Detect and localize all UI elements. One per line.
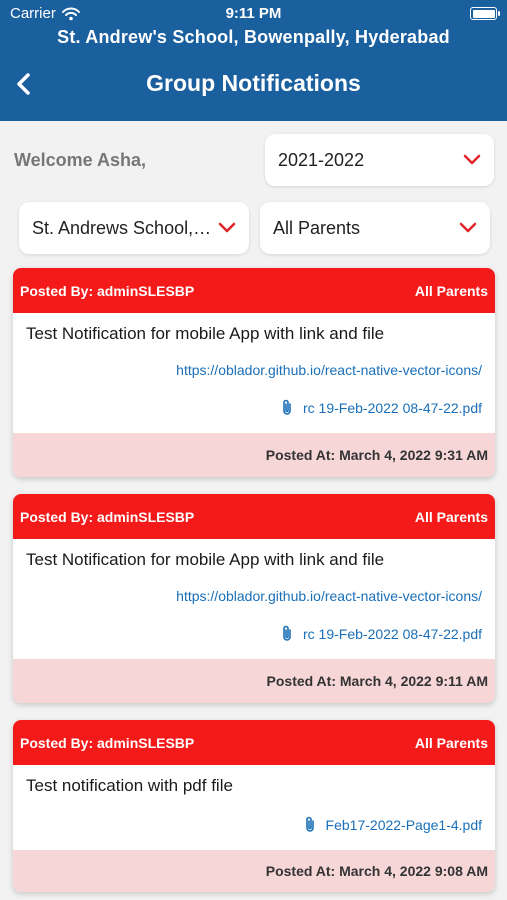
notification-card: Posted By: adminSLESBP All Parents Test … — [13, 720, 495, 892]
card-header: Posted By: adminSLESBP All Parents — [13, 268, 495, 313]
status-bar: Carrier 9:11 PM — [0, 0, 507, 28]
notification-link[interactable]: https://oblador.github.io/react-native-v… — [176, 362, 482, 378]
card-body: Test notification with pdf file Feb17-20… — [13, 765, 495, 850]
audience-label: All Parents — [414, 283, 488, 299]
card-footer: Posted At: March 4, 2022 9:31 AM — [13, 433, 495, 477]
posted-at: Posted At: March 4, 2022 9:08 AM — [265, 863, 488, 879]
attachment-filename: Feb17-2022-Page1-4.pdf — [325, 816, 482, 833]
paperclip-icon — [305, 816, 314, 832]
notification-message: Test notification with pdf file — [26, 776, 233, 795]
notification-card: Posted By: adminSLESBP All Parents Test … — [13, 268, 495, 477]
posted-by: Posted By: adminSLESBP — [20, 735, 195, 751]
battery-icon — [470, 7, 500, 20]
app-header: Carrier 9:11 PM St. Andrew's School, Bow… — [0, 0, 507, 121]
card-footer: Posted At: March 4, 2022 9:11 AM — [13, 659, 495, 703]
audience-label: All Parents — [414, 509, 488, 525]
card-header: Posted By: adminSLESBP All Parents — [13, 494, 495, 539]
attachment-filename: rc 19-Feb-2022 08-47-22.pdf — [303, 625, 482, 642]
card-body: Test Notification for mobile App with li… — [13, 313, 495, 433]
page-title: Group Notifications — [146, 70, 361, 96]
attachment-link[interactable]: rc 19-Feb-2022 08-47-22.pdf — [281, 399, 482, 416]
attachment-filename: rc 19-Feb-2022 08-47-22.pdf — [303, 399, 482, 416]
notification-message: Test Notification for mobile App with li… — [26, 324, 385, 343]
paperclip-icon — [283, 625, 291, 641]
chevron-down-icon — [459, 222, 477, 233]
chevron-down-icon — [463, 154, 481, 165]
chevron-down-icon — [218, 222, 236, 233]
card-footer: Posted At: March 4, 2022 9:08 AM — [13, 850, 495, 892]
year-select[interactable]: 2021-2022 — [265, 134, 494, 186]
attachment-link[interactable]: Feb17-2022-Page1-4.pdf — [304, 816, 482, 833]
posted-at: Posted At: March 4, 2022 9:11 AM — [266, 673, 488, 689]
school-name: St. Andrew's School, Bowenpally, Hyderab… — [57, 27, 450, 47]
notification-card: Posted By: adminSLESBP All Parents Test … — [13, 494, 495, 703]
school-select-value: St. Andrews School, Bowenpally — [32, 217, 212, 238]
posted-at: Posted At: March 4, 2022 9:31 AM — [265, 447, 488, 463]
card-body: Test Notification for mobile App with li… — [13, 539, 495, 659]
posted-by: Posted By: adminSLESBP — [20, 509, 195, 525]
paperclip-icon — [283, 399, 291, 415]
notification-link[interactable]: https://oblador.github.io/react-native-v… — [176, 588, 482, 604]
card-header: Posted By: adminSLESBP All Parents — [13, 720, 495, 765]
welcome-text: Welcome Asha, — [14, 150, 147, 170]
attachment-link[interactable]: rc 19-Feb-2022 08-47-22.pdf — [281, 625, 482, 642]
audience-select-value: All Parents — [273, 217, 361, 238]
notification-message: Test Notification for mobile App with li… — [26, 550, 385, 569]
audience-label: All Parents — [414, 735, 488, 751]
posted-by: Posted By: adminSLESBP — [20, 283, 195, 299]
audience-select[interactable]: All Parents — [260, 202, 490, 254]
school-select[interactable]: St. Andrews School, Bowenpally — [19, 202, 249, 254]
status-time: 9:11 PM — [225, 5, 282, 22]
year-select-value: 2021-2022 — [278, 149, 365, 170]
